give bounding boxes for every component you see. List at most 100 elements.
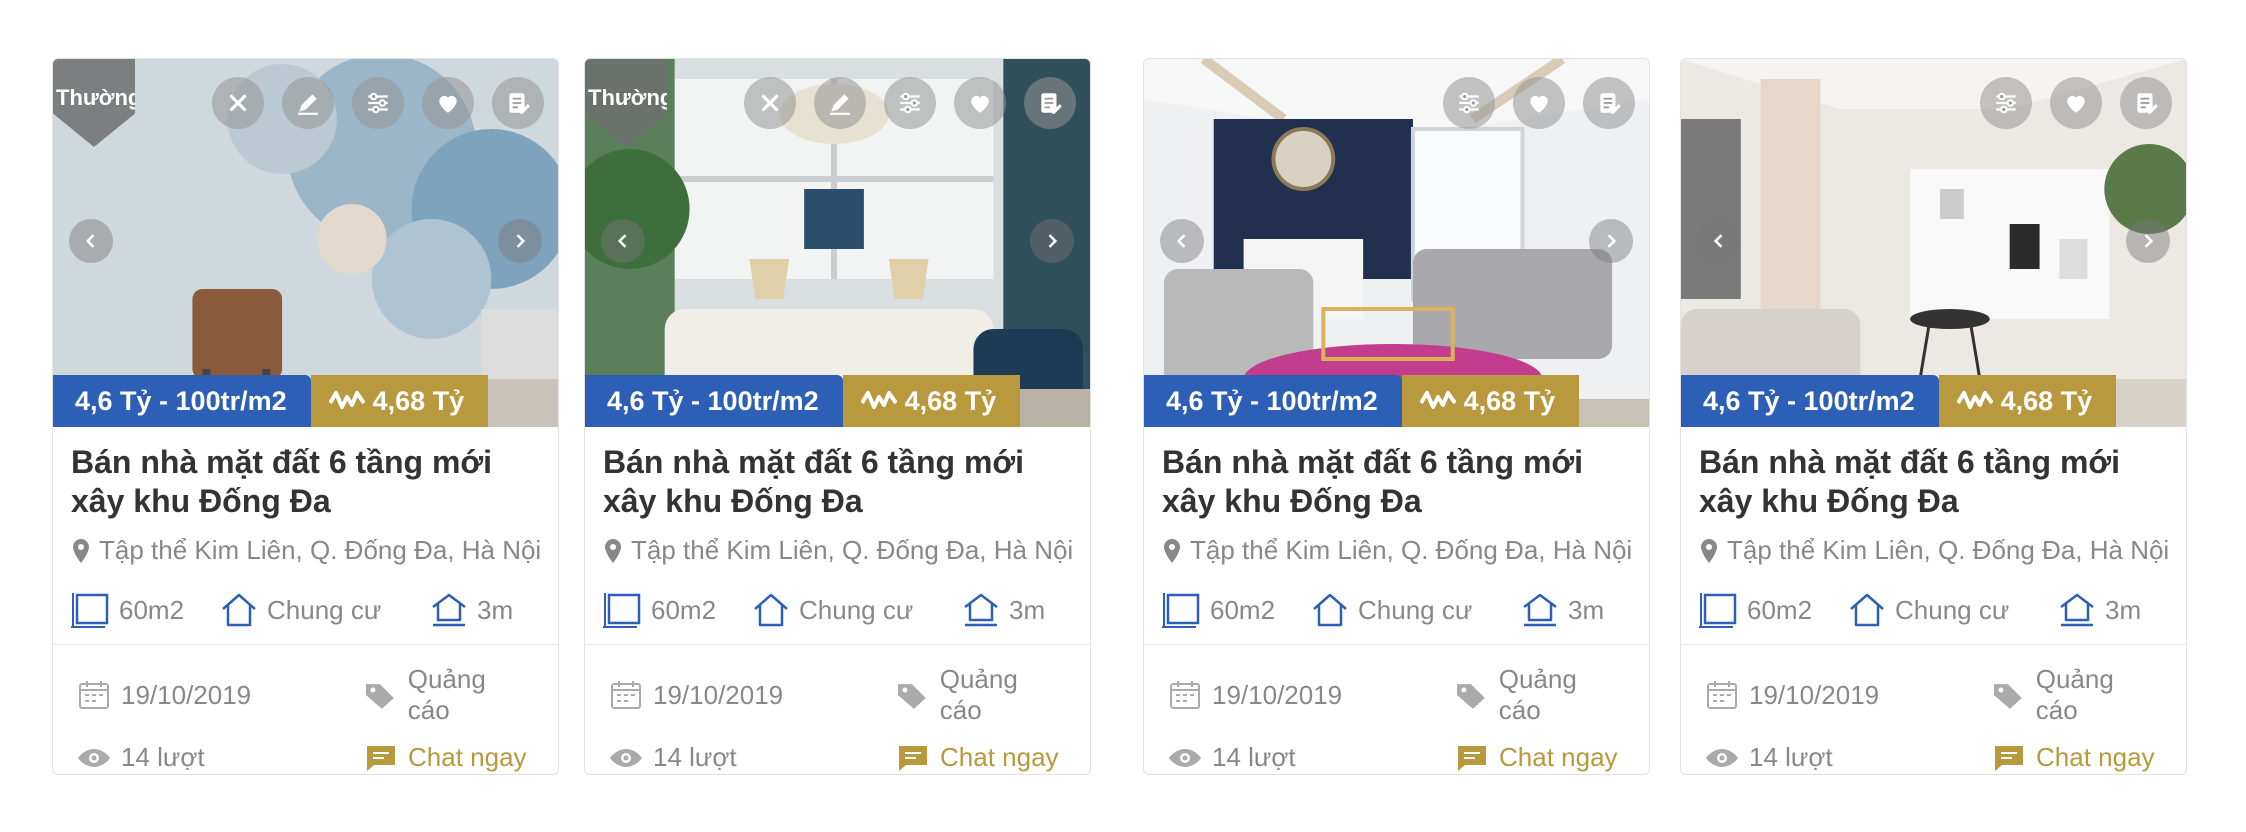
price-total: 4,68 Tỷ bbox=[842, 375, 1021, 427]
price-row: 4,6 Tỷ - 100tr/m2 4,68 Tỷ bbox=[1144, 375, 1580, 427]
chat-icon bbox=[1458, 745, 1486, 771]
remove-button[interactable] bbox=[212, 77, 264, 129]
house-icon bbox=[754, 593, 788, 627]
meta-category: Chung cư bbox=[751, 591, 961, 629]
note-button[interactable] bbox=[492, 77, 544, 129]
location-pin-icon bbox=[73, 538, 89, 563]
tag-icon bbox=[897, 684, 926, 709]
edit-icon bbox=[830, 94, 850, 115]
favorite-button[interactable] bbox=[2050, 77, 2102, 129]
filter-button[interactable] bbox=[884, 77, 936, 129]
listing-card[interactable]: Thường 4,6 Tỷ - 100tr/m2 4,68 Tỷ Bán nhà… bbox=[52, 58, 559, 775]
eye-icon bbox=[1706, 748, 1738, 767]
photo-prev-button[interactable] bbox=[69, 219, 113, 263]
ad-label-text: Quảng cáo bbox=[1498, 664, 1577, 725]
chat-now-button[interactable]: Chat ngay bbox=[1455, 741, 1625, 774]
tag-icon bbox=[1456, 684, 1485, 709]
listing-title[interactable]: Bán nhà mặt đất 6 tầng mới xây khu Đống … bbox=[603, 443, 1072, 521]
frontage-icon bbox=[2060, 593, 2094, 627]
listing-title[interactable]: Bán nhà mặt đất 6 tầng mới xây khu Đống … bbox=[71, 443, 540, 521]
chat-now-button[interactable]: Chat ngay bbox=[1992, 741, 2162, 774]
chevron-left-icon bbox=[617, 234, 627, 248]
date-value: 19/10/2019 bbox=[1749, 679, 1880, 710]
favorite-button[interactable] bbox=[422, 77, 474, 129]
calendar-icon bbox=[611, 681, 641, 709]
frontage-value: 3m bbox=[1568, 594, 1605, 625]
favorite-button[interactable] bbox=[954, 77, 1006, 129]
meta-category: Chung cư bbox=[1310, 591, 1520, 629]
frontage-icon bbox=[432, 593, 466, 627]
price-per-area: 4,6 Tỷ - 100tr/m2 bbox=[1681, 375, 1939, 427]
eye-icon bbox=[1169, 748, 1201, 767]
views-value: 14 lượt bbox=[653, 742, 737, 772]
view-count: 14 lượt bbox=[1705, 741, 1992, 774]
meta-category: Chung cư bbox=[1847, 591, 2057, 629]
chat-now-button[interactable]: Chat ngay bbox=[896, 741, 1066, 774]
remove-button[interactable] bbox=[744, 77, 796, 129]
price-total-value: 4,68 Tỷ bbox=[372, 385, 465, 416]
listing-title[interactable]: Bán nhà mặt đất 6 tầng mới xây khu Đống … bbox=[1699, 443, 2168, 521]
filter-button[interactable] bbox=[1443, 77, 1495, 129]
filter-button[interactable] bbox=[1980, 77, 2032, 129]
location-pin-icon bbox=[1701, 538, 1717, 563]
location-pin-icon bbox=[605, 538, 621, 563]
date-value: 19/10/2019 bbox=[1212, 679, 1343, 710]
pulse-icon bbox=[328, 391, 365, 409]
note-icon bbox=[1600, 93, 1621, 114]
views-value: 14 lượt bbox=[1749, 742, 1833, 772]
edit-button[interactable] bbox=[282, 77, 334, 129]
listing-photo[interactable]: Thường 4,6 Tỷ - 100tr/m2 4,68 Tỷ bbox=[585, 59, 1090, 427]
listing-footer: 19/10/2019 Quảng cáo 14 lượt Chat ngay bbox=[1144, 644, 1649, 774]
frontage-value: 3m bbox=[1009, 594, 1046, 625]
note-button[interactable] bbox=[1024, 77, 1076, 129]
listing-title[interactable]: Bán nhà mặt đất 6 tầng mới xây khu Đống … bbox=[1162, 443, 1631, 521]
area-value: 60m2 bbox=[651, 594, 717, 625]
close-icon bbox=[229, 94, 247, 112]
listing-footer: 19/10/2019 Quảng cáo 14 lượt Chat ngay bbox=[585, 644, 1090, 774]
photo-next-button[interactable] bbox=[1589, 219, 1633, 263]
category-value: Chung cư bbox=[1358, 594, 1473, 625]
listing-meta: 60m2 Chung cư 3m bbox=[603, 588, 1072, 632]
heart-icon bbox=[2067, 95, 2085, 113]
edit-button[interactable] bbox=[814, 77, 866, 129]
listing-photo[interactable]: Thường 4,6 Tỷ - 100tr/m2 4,68 Tỷ bbox=[53, 59, 558, 427]
filter-button[interactable] bbox=[352, 77, 404, 129]
price-per-area: 4,6 Tỷ - 100tr/m2 bbox=[1144, 375, 1402, 427]
listing-photo[interactable]: 4,6 Tỷ - 100tr/m2 4,68 Tỷ bbox=[1144, 59, 1649, 427]
price-row: 4,6 Tỷ - 100tr/m2 4,68 Tỷ bbox=[585, 375, 1021, 427]
chevron-left-icon bbox=[1176, 234, 1186, 248]
listing-card[interactable]: 4,6 Tỷ - 100tr/m2 4,68 Tỷ Bán nhà mặt đấ… bbox=[1680, 58, 2187, 775]
category-value: Chung cư bbox=[1895, 594, 2010, 625]
ad-label: Quảng cáo bbox=[1992, 663, 2162, 727]
chat-now-button[interactable]: Chat ngay bbox=[364, 741, 534, 774]
photo-prev-button[interactable] bbox=[1697, 219, 1741, 263]
note-button[interactable] bbox=[1583, 77, 1635, 129]
favorite-button[interactable] bbox=[1513, 77, 1565, 129]
price-total-value: 4,68 Tỷ bbox=[2000, 385, 2093, 416]
address-text: Tập thể Kim Liên, Q. Đống Đa, Hà Nội bbox=[631, 535, 1074, 565]
listing-card[interactable]: 4,6 Tỷ - 100tr/m2 4,68 Tỷ Bán nhà mặt đấ… bbox=[1143, 58, 1650, 775]
close-icon bbox=[761, 94, 779, 112]
meta-frontage: 3m bbox=[1520, 591, 1604, 629]
meta-category: Chung cư bbox=[219, 591, 429, 629]
calendar-icon bbox=[79, 681, 109, 709]
listing-address: Tập thể Kim Liên, Q. Đống Đa, Hà Nội bbox=[1162, 535, 1632, 566]
views-value: 14 lượt bbox=[1212, 742, 1296, 772]
photo-next-button[interactable] bbox=[1030, 219, 1074, 263]
listing-photo[interactable]: 4,6 Tỷ - 100tr/m2 4,68 Tỷ bbox=[1681, 59, 2186, 427]
photo-prev-button[interactable] bbox=[1160, 219, 1204, 263]
pulse-icon bbox=[860, 391, 897, 409]
heart-icon bbox=[971, 95, 989, 113]
photo-next-button[interactable] bbox=[498, 219, 542, 263]
post-date: 19/10/2019 bbox=[1168, 663, 1455, 727]
location-pin-icon bbox=[1164, 538, 1180, 563]
listing-meta: 60m2 Chung cư 3m bbox=[1699, 588, 2168, 632]
note-button[interactable] bbox=[2120, 77, 2172, 129]
area-icon bbox=[71, 593, 109, 628]
listing-card[interactable]: Thường 4,6 Tỷ - 100tr/m2 4,68 Tỷ Bán nhà… bbox=[584, 58, 1091, 775]
listing-meta: 60m2 Chung cư 3m bbox=[1162, 588, 1631, 632]
photo-next-button[interactable] bbox=[2126, 219, 2170, 263]
calendar-icon bbox=[1707, 681, 1737, 709]
photo-prev-button[interactable] bbox=[601, 219, 645, 263]
meta-frontage: 3m bbox=[2057, 591, 2141, 629]
